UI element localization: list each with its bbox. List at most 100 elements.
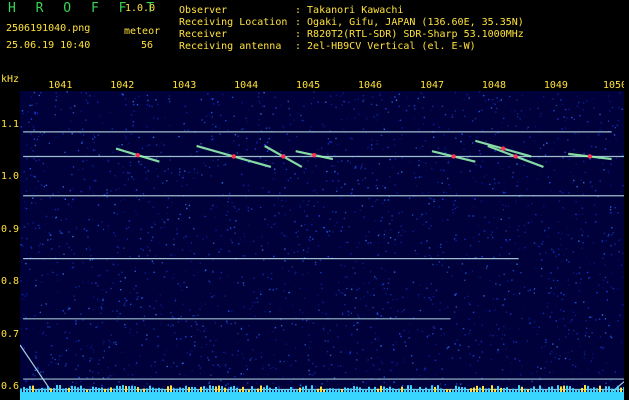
- noise-speck: [109, 341, 111, 344]
- noise-speck: [340, 119, 343, 121]
- noise-speck: [237, 341, 239, 344]
- noise-speck: [190, 336, 193, 338]
- noise-speck: [20, 126, 22, 128]
- noise-speck: [526, 228, 528, 231]
- noise-floor-spike: [368, 386, 370, 392]
- noise-speck: [381, 202, 383, 204]
- noise-speck: [347, 314, 350, 316]
- noise-speck: [132, 334, 134, 337]
- noise-speck: [227, 371, 229, 373]
- noise-speck: [495, 283, 497, 285]
- noise-speck: [614, 243, 616, 245]
- noise-speck: [617, 320, 619, 322]
- noise-speck: [367, 308, 369, 311]
- noise-speck: [269, 367, 272, 370]
- x-tick-label: 1044: [234, 80, 259, 91]
- noise-speck: [45, 184, 48, 186]
- noise-speck: [132, 121, 135, 123]
- noise-speck: [134, 270, 136, 272]
- noise-speck: [293, 221, 296, 223]
- noise-speck: [94, 136, 96, 138]
- noise-speck: [443, 333, 445, 335]
- noise-floor-spike: [83, 388, 85, 392]
- noise-speck: [45, 215, 48, 218]
- noise-speck: [248, 224, 250, 227]
- noise-speck: [604, 318, 607, 320]
- noise-speck: [601, 240, 604, 242]
- noise-speck: [340, 186, 343, 189]
- noise-speck: [30, 96, 32, 98]
- noise-speck: [496, 107, 498, 110]
- noise-speck: [218, 251, 220, 253]
- noise-speck: [34, 144, 37, 147]
- noise-speck: [41, 332, 44, 335]
- noise-speck: [402, 229, 404, 231]
- noise-speck: [376, 266, 379, 269]
- noise-speck: [576, 95, 578, 97]
- noise-speck: [155, 371, 157, 374]
- noise-speck: [23, 171, 25, 173]
- noise-speck: [66, 337, 68, 339]
- noise-speck: [120, 200, 122, 202]
- noise-speck: [259, 138, 261, 140]
- noise-speck: [100, 118, 102, 120]
- noise-speck: [481, 109, 483, 112]
- noise-speck: [253, 291, 255, 293]
- noise-speck: [309, 239, 311, 242]
- noise-speck: [22, 162, 25, 165]
- receiver-label: Receiver: [179, 29, 228, 40]
- noise-speck: [614, 371, 616, 373]
- noise-speck: [176, 365, 178, 368]
- noise-speck: [208, 382, 210, 384]
- noise-speck: [26, 157, 28, 160]
- noise-speck: [153, 271, 155, 273]
- noise-speck: [510, 337, 512, 339]
- noise-speck: [254, 301, 257, 303]
- noise-speck: [232, 96, 234, 99]
- noise-speck: [579, 345, 581, 347]
- noise-speck: [493, 178, 496, 180]
- noise-speck: [47, 326, 50, 328]
- noise-speck: [383, 376, 385, 378]
- noise-speck: [196, 235, 198, 237]
- noise-speck: [425, 221, 427, 223]
- noise-floor-spike: [329, 388, 331, 392]
- noise-speck: [455, 234, 457, 236]
- noise-speck: [376, 313, 379, 315]
- noise-speck: [185, 203, 187, 206]
- noise-speck: [497, 349, 499, 351]
- noise-speck: [212, 159, 215, 162]
- noise-speck: [444, 147, 446, 149]
- noise-speck: [574, 314, 577, 317]
- noise-speck: [343, 128, 345, 130]
- noise-speck: [475, 164, 477, 166]
- noise-speck: [609, 141, 611, 143]
- noise-speck: [309, 347, 311, 349]
- noise-floor-spike: [563, 385, 565, 392]
- noise-floor-spike: [539, 385, 541, 392]
- noise-speck: [562, 318, 565, 320]
- noise-speck: [447, 160, 450, 163]
- noise-speck: [491, 231, 494, 233]
- noise-speck: [387, 146, 389, 149]
- noise-speck: [247, 339, 249, 341]
- noise-speck: [59, 232, 62, 234]
- noise-speck: [35, 202, 37, 204]
- noise-speck: [518, 248, 520, 251]
- noise-speck: [572, 175, 574, 177]
- noise-speck: [320, 147, 323, 149]
- noise-speck: [336, 221, 338, 224]
- noise-speck: [201, 304, 203, 307]
- noise-speck: [176, 338, 178, 340]
- noise-speck: [119, 280, 122, 283]
- spectrogram-background: [20, 91, 624, 400]
- noise-speck: [177, 283, 179, 285]
- noise-speck: [567, 234, 569, 236]
- noise-speck: [408, 197, 411, 199]
- noise-speck: [180, 315, 182, 318]
- noise-speck: [283, 162, 285, 164]
- noise-speck: [205, 336, 207, 338]
- noise-speck: [160, 142, 163, 144]
- noise-speck: [418, 164, 420, 167]
- noise-speck: [456, 339, 458, 341]
